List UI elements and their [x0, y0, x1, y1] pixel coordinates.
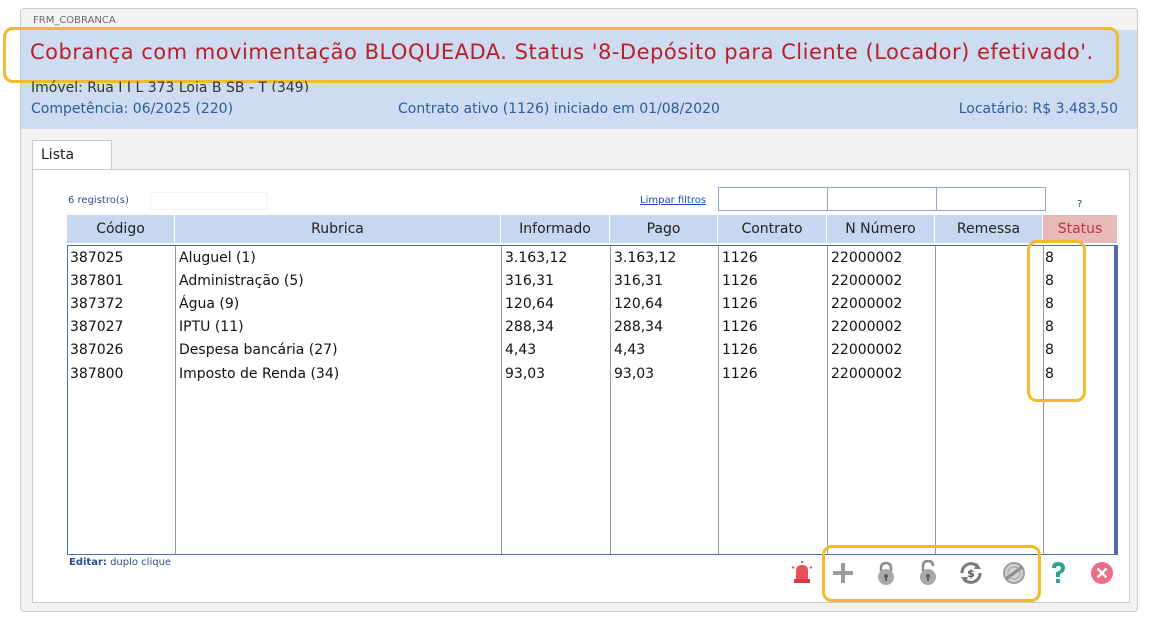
cell-contrato: 1126 [722, 342, 758, 359]
cell-informado: 288,34 [505, 319, 554, 336]
cell-n-numero: 22000002 [831, 250, 903, 266]
locatario-value: Locatário: R$ 3.483,50 [958, 101, 1118, 117]
records-filter-box [150, 192, 268, 210]
cell-codigo: 387026 [70, 342, 124, 359]
cell-contrato: 1126 [722, 250, 758, 266]
cancel-stamp-icon[interactable] [1001, 560, 1027, 586]
cell-pago: 288,34 [614, 319, 663, 336]
close-icon[interactable] [1089, 560, 1115, 586]
payment-refresh-icon[interactable]: $ [958, 560, 984, 586]
blocked-message: Cobrança com movimentação BLOQUEADA. Sta… [30, 40, 1094, 64]
clear-filters-link[interactable]: Limpar filtros [640, 195, 706, 206]
lock-icon[interactable] [873, 560, 899, 586]
cell-n-numero: 22000002 [831, 296, 903, 313]
cell-status: 8 [1045, 273, 1054, 290]
svg-text:$: $ [967, 567, 975, 580]
column-header-contrato[interactable]: Contrato [718, 215, 827, 243]
filter-input-n-numero[interactable] [827, 187, 937, 211]
cell-contrato: 1126 [722, 365, 758, 382]
cell-rubrica: Água (9) [179, 296, 240, 313]
cell-rubrica: Aluguel (1) [179, 250, 256, 266]
cell-status: 8 [1045, 365, 1054, 382]
column-header-remessa[interactable]: Remessa [935, 215, 1043, 243]
cell-codigo: 387025 [70, 250, 124, 266]
cell-informado: 4,43 [505, 342, 537, 359]
cell-rubrica: Imposto de Renda (34) [179, 365, 340, 382]
tab-lista[interactable]: Lista [32, 140, 112, 170]
column-header-informado[interactable]: Informado [501, 215, 610, 243]
add-icon[interactable] [830, 560, 856, 586]
cell-status: 8 [1045, 319, 1054, 336]
cell-pago: 3.163,12 [614, 250, 677, 266]
cell-rubrica: Despesa bancária (27) [179, 342, 338, 359]
alarm-icon[interactable] [789, 560, 815, 586]
cell-codigo: 387372 [70, 296, 124, 313]
help-icon[interactable] [1045, 560, 1071, 586]
column-header-pago[interactable]: Pago [610, 215, 718, 243]
cell-n-numero: 22000002 [831, 342, 903, 359]
data-grid[interactable] [67, 245, 1118, 555]
column-header-status[interactable]: Status [1043, 215, 1118, 243]
column-header-codigo[interactable]: Código [67, 215, 175, 243]
cell-informado: 93,03 [505, 365, 546, 382]
cell-rubrica: IPTU (11) [179, 319, 244, 336]
cell-n-numero: 22000002 [831, 319, 903, 336]
cell-pago: 4,43 [614, 342, 646, 359]
unlock-icon[interactable] [915, 560, 941, 586]
form-name: FRM_COBRANCA [33, 15, 116, 26]
column-header-rubrica[interactable]: Rubrica [175, 215, 501, 243]
cell-contrato: 1126 [722, 319, 758, 336]
edit-hint: Editar: duplo clique [69, 557, 171, 568]
cell-informado: 120,64 [505, 296, 554, 313]
cell-codigo: 387027 [70, 319, 124, 336]
filter-input-contrato[interactable] [718, 187, 828, 211]
contrato-info: Contrato ativo (1126) iniciado em 01/08/… [398, 101, 720, 117]
help-mark[interactable]: ? [1077, 199, 1082, 210]
column-header-n-numero[interactable]: N Número [827, 215, 935, 243]
cell-codigo: 387800 [70, 365, 124, 382]
cell-rubrica: Administração (5) [179, 273, 304, 290]
cell-contrato: 1126 [722, 296, 758, 313]
filter-input-remessa[interactable] [936, 187, 1046, 211]
cell-pago: 120,64 [614, 296, 663, 313]
edit-hint-text: duplo clique [110, 557, 172, 568]
cell-status: 8 [1045, 250, 1054, 266]
cell-status: 8 [1045, 342, 1054, 359]
edit-hint-label: Editar: [69, 557, 107, 568]
imovel-label: Imóvel: Rua I I L 373 Loja B SB - T (349… [31, 80, 310, 92]
cell-n-numero: 22000002 [831, 365, 903, 382]
cell-informado: 3.163,12 [505, 250, 568, 266]
cell-pago: 93,03 [614, 365, 655, 382]
cell-n-numero: 22000002 [831, 273, 903, 290]
cell-pago: 316,31 [614, 273, 663, 290]
cell-informado: 316,31 [505, 273, 554, 290]
cell-contrato: 1126 [722, 273, 758, 290]
grid-scrollbar[interactable] [1114, 246, 1117, 554]
cell-status: 8 [1045, 296, 1054, 313]
competencia-label: Competência: 06/2025 (220) [31, 101, 234, 117]
records-count: 6 registro(s) [68, 195, 129, 206]
cell-codigo: 387801 [70, 273, 124, 290]
